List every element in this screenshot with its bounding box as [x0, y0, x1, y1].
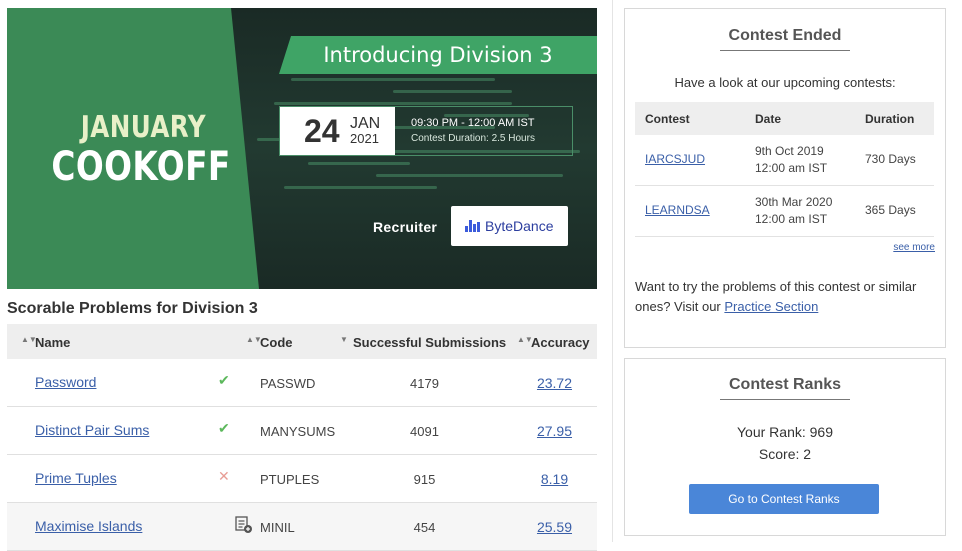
contest-ranks-panel: Contest Ranks Your Rank: 969 Score: 2 Go… [624, 358, 946, 536]
contest-ranks-title: Contest Ranks [728, 376, 842, 393]
upcoming-contests-table: Contest Date Duration IARCSJUD 9th Oct 2… [635, 102, 934, 237]
checkmark-icon: ✔ [218, 420, 230, 436]
problem-name-link[interactable]: Distinct Pair Sums [35, 422, 149, 438]
problem-name-link[interactable]: Password [35, 374, 96, 390]
accuracy-link[interactable]: 27.95 [527, 423, 582, 439]
bytedance-logo-icon [465, 220, 481, 232]
banner-duration: Contest Duration: 2.5 Hours [411, 133, 535, 144]
problem-code: PASSWD [260, 376, 316, 391]
problem-code: PTUPLES [260, 472, 320, 487]
accuracy-link[interactable]: 8.19 [527, 471, 582, 487]
contest-time: 12:00 am IST [755, 212, 828, 226]
banner-title-line2: COOKOFF [51, 144, 231, 190]
banner-date-card: 24 JAN 2021 [280, 107, 395, 155]
problem-code: MANYSUMS [260, 424, 336, 439]
column-header-date: Date [755, 112, 782, 126]
banner-date-day: 24 [304, 113, 340, 149]
problem-code: MINIL [260, 520, 295, 535]
problem-name-link[interactable]: Prime Tuples [35, 470, 117, 486]
problems-heading: Scorable Problems for Division 3 [7, 300, 258, 317]
title-underline [720, 399, 850, 400]
successful-submissions: 4179 [410, 376, 439, 391]
column-header-successful[interactable]: Successful Submissions [353, 335, 506, 350]
banner-time: 09:30 PM - 12:00 AM IST [411, 117, 535, 129]
contest-link[interactable]: IARCSJUD [645, 152, 705, 166]
go-to-contest-ranks-button[interactable]: Go to Contest Ranks [689, 484, 879, 514]
score: Score: 2 [758, 446, 812, 462]
document-icon [235, 516, 253, 537]
title-underline [720, 50, 850, 51]
upcoming-contests-header: Contest Date Duration [635, 102, 934, 135]
practice-section-link[interactable]: Practice Section [724, 299, 818, 314]
contest-date: 30th Mar 2020 [755, 195, 833, 209]
checkmark-icon: ✔ [218, 372, 230, 388]
cross-icon: ✕ [218, 468, 230, 484]
table-row: IARCSJUD 9th Oct 2019 12:00 am IST 730 D… [635, 135, 934, 186]
table-row: LEARNDSA 30th Mar 2020 12:00 am IST 365 … [635, 186, 934, 237]
banner-date-box: 24 JAN 2021 09:30 PM - 12:00 AM IST Cont… [279, 106, 573, 156]
contest-link[interactable]: LEARNDSA [645, 203, 710, 217]
sponsor-logo: ByteDance [451, 206, 568, 246]
column-header-duration: Duration [865, 112, 915, 126]
successful-submissions: 915 [413, 472, 436, 487]
upcoming-contests-text: Have a look at our upcoming contests: [674, 75, 896, 90]
column-header-code[interactable]: Code [260, 335, 293, 350]
table-row: Maximise Islands MINIL 454 25.59 [7, 503, 597, 551]
table-row: Password ✔ PASSWD 4179 23.72 [7, 359, 597, 407]
see-more-link[interactable]: see more [893, 242, 935, 253]
banner-date-month: JAN [350, 115, 381, 132]
contest-ended-title: Contest Ended [728, 27, 842, 44]
your-rank: Your Rank: 969 [737, 424, 833, 440]
table-row: Distinct Pair Sums ✔ MANYSUMS 4091 27.95 [7, 407, 597, 455]
problems-table: ▲▼ Name ▲▼ Code ▼ Successful Submissions… [7, 324, 597, 551]
contest-date: 9th Oct 2019 [755, 144, 824, 158]
banner-title-line1: JANUARY [80, 110, 207, 145]
successful-submissions: 4091 [410, 424, 439, 439]
sponsor-name: ByteDance [485, 218, 554, 234]
problem-name-link[interactable]: Maximise Islands [35, 518, 142, 534]
contest-duration: 365 Days [865, 203, 916, 217]
contest-banner: JANUARY COOKOFF Introducing Division 3 2… [7, 8, 597, 289]
column-header-accuracy[interactable]: Accuracy [531, 335, 590, 350]
sort-desc-icon[interactable]: ▼ [340, 335, 348, 344]
accuracy-link[interactable]: 25.59 [527, 519, 582, 535]
successful-submissions: 454 [413, 520, 436, 535]
banner-date-year: 2021 [350, 131, 379, 146]
banner-intro-ribbon: Introducing Division 3 [279, 36, 597, 74]
contest-time: 12:00 am IST [755, 161, 828, 175]
practice-message: Want to try the problems of this contest… [635, 277, 935, 317]
contest-ended-panel: Contest Ended Have a look at our upcomin… [624, 8, 946, 348]
banner-recruiter-label: Recruiter [373, 219, 438, 235]
contest-duration: 730 Days [865, 152, 916, 166]
column-header-contest: Contest [645, 112, 690, 126]
problems-table-header: ▲▼ Name ▲▼ Code ▼ Successful Submissions… [7, 324, 597, 359]
accuracy-link[interactable]: 23.72 [527, 375, 582, 391]
column-header-name[interactable]: Name [35, 335, 70, 350]
column-divider [612, 0, 613, 542]
table-row: Prime Tuples ✕ PTUPLES 915 8.19 [7, 455, 597, 503]
